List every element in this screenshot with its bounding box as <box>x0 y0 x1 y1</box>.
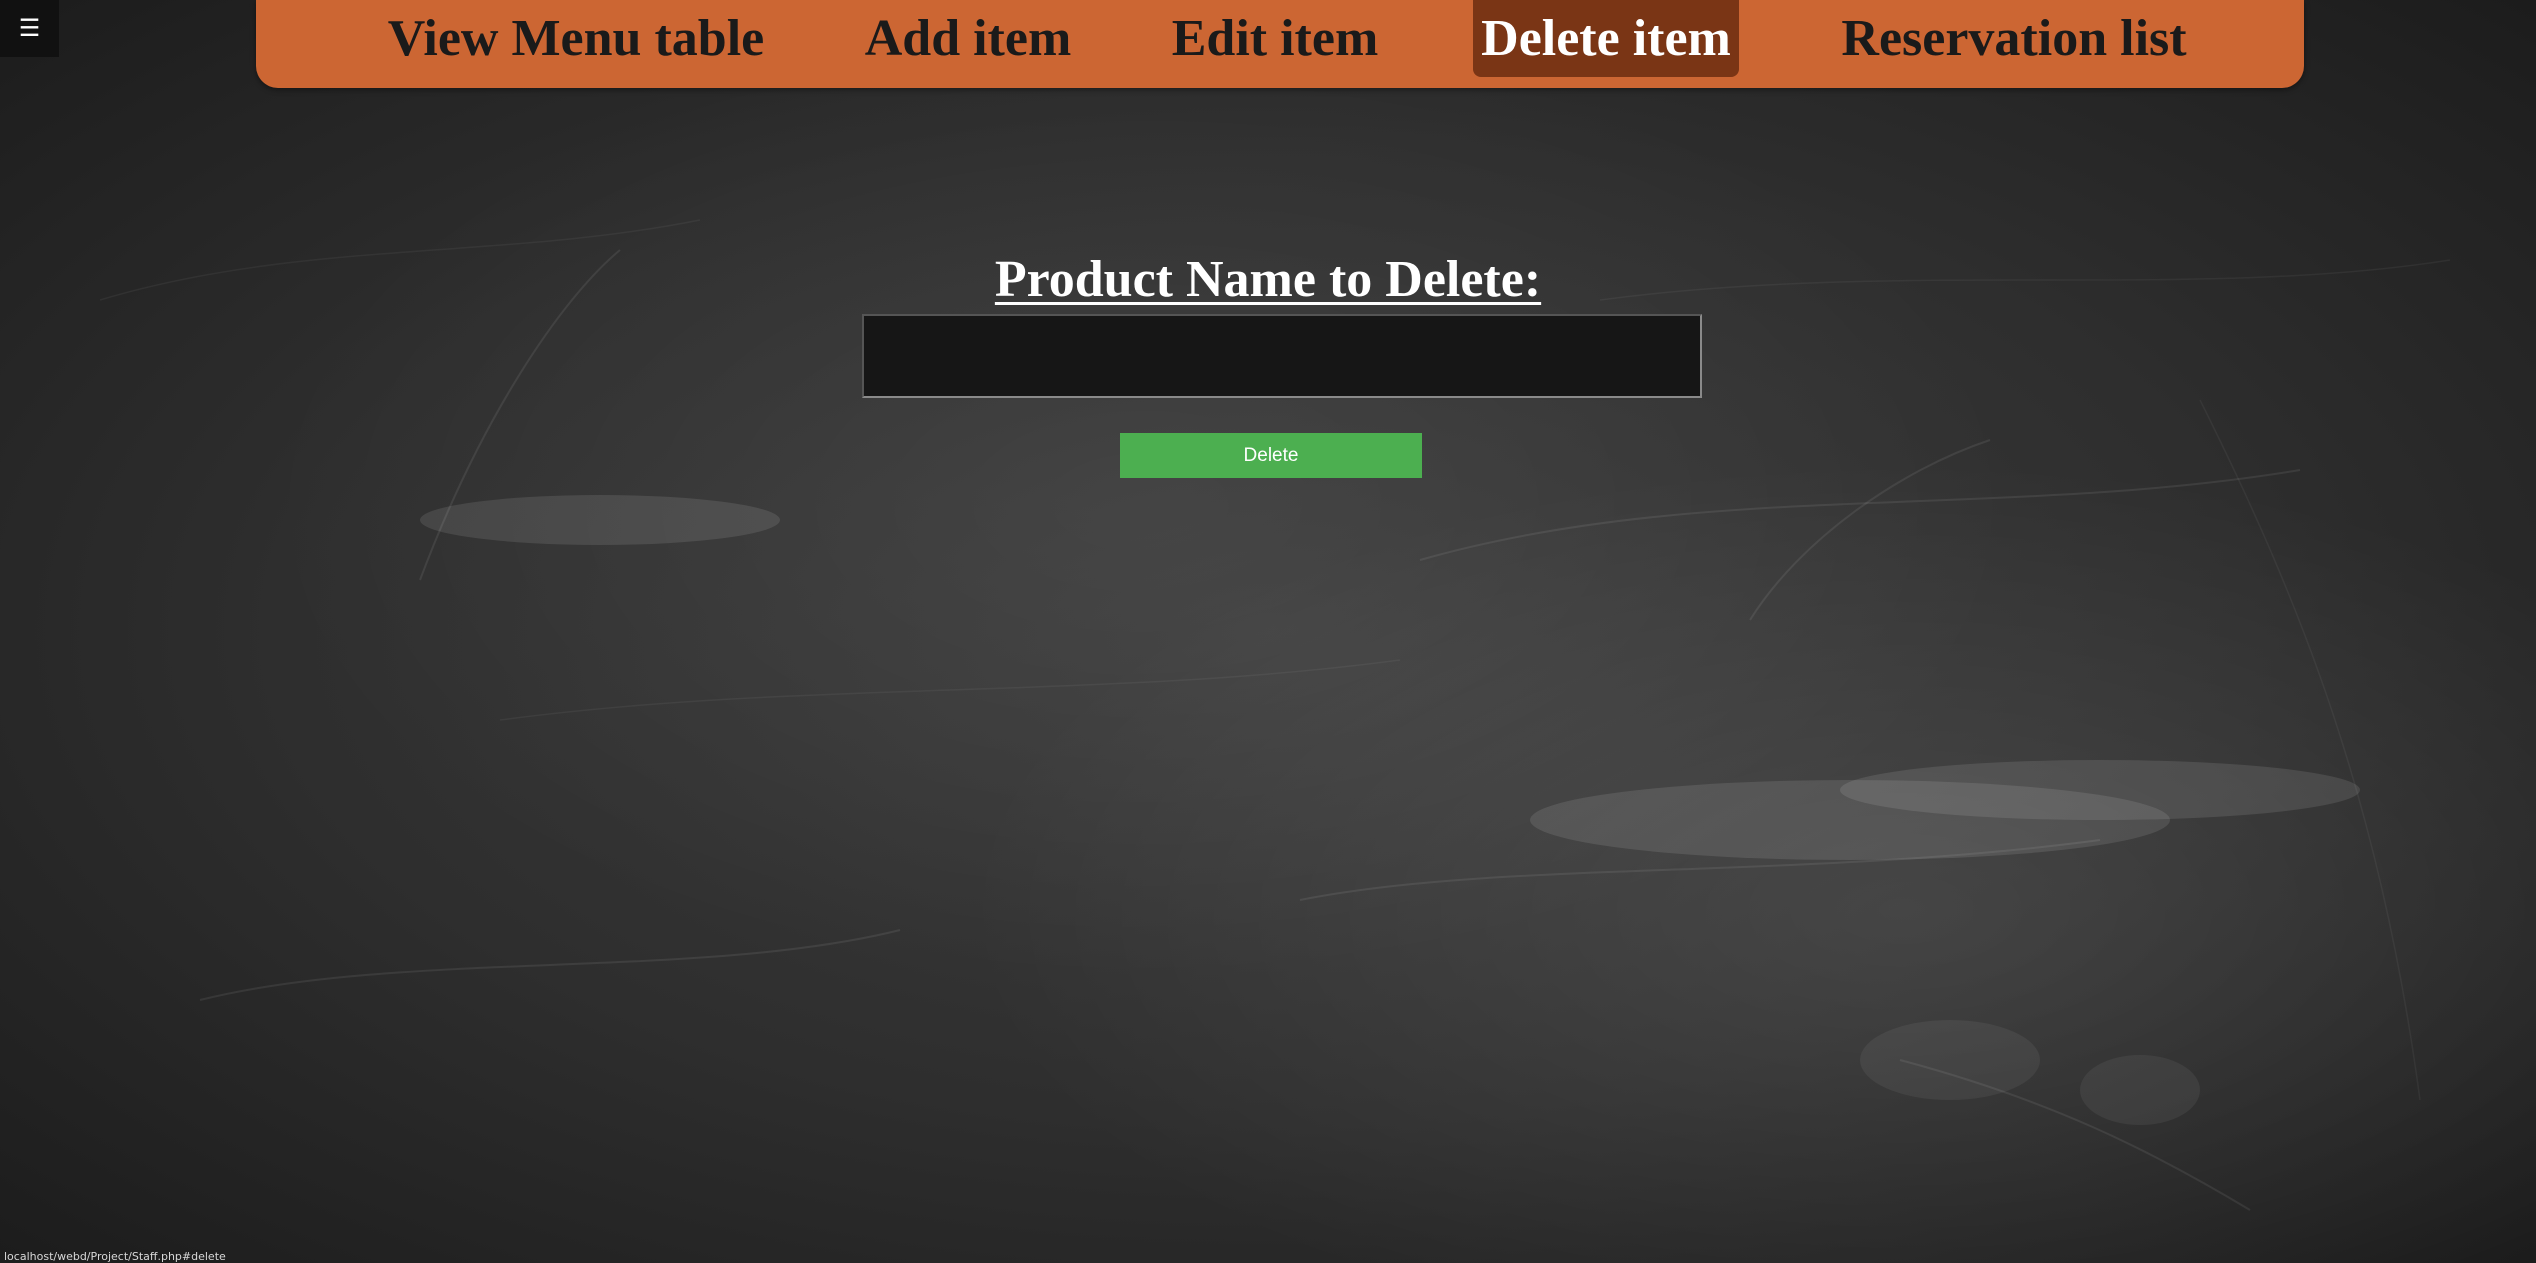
product-name-input[interactable] <box>862 314 1702 398</box>
nav-view-menu-table[interactable]: View Menu table <box>374 0 778 77</box>
hamburger-icon: ☰ <box>18 14 41 42</box>
nav-add-item[interactable]: Add item <box>860 0 1076 77</box>
top-navbar: View Menu table Add item Edit item Delet… <box>256 0 2304 88</box>
nav-delete-item[interactable]: Delete item <box>1473 0 1739 77</box>
delete-form-title: Product Name to Delete: <box>994 251 1542 308</box>
status-bar-url: localhost/webd/Project/Staff.php#delete <box>0 1250 230 1263</box>
delete-button[interactable]: Delete <box>1120 433 1422 478</box>
nav-edit-item[interactable]: Edit item <box>1164 0 1386 77</box>
nav-reservation-list[interactable]: Reservation list <box>1832 0 2196 77</box>
chalkboard-texture <box>99 219 2451 1211</box>
menu-toggle-button[interactable]: ☰ <box>0 0 59 57</box>
